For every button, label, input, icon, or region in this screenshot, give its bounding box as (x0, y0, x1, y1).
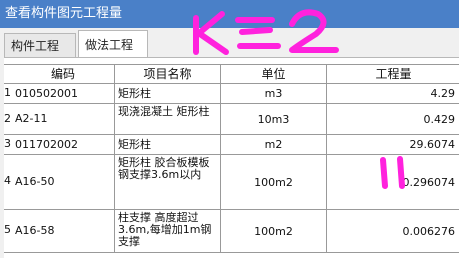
row-index: 2 (4, 112, 11, 125)
tab-component-quantity[interactable]: 构件工程量 (4, 33, 76, 77)
tab-bar: 构件工程量 做法工程量 (0, 30, 459, 80)
table-row[interactable]: 3 011702002 矩形柱 m2 29.6074 (4, 135, 459, 155)
row-unit: 100m2 (221, 210, 327, 252)
quantity-grid: 编码 项目名称 单位 工程量 1 010502001 矩形柱 m3 4.29 2… (4, 57, 459, 258)
row-code: A16-50 (12, 155, 115, 209)
row-item-name: 矩形柱 (115, 135, 221, 154)
row-quantity: 0.429 (327, 104, 459, 134)
row-item-name: 柱支撑 高度超过3.6m,每增加1m钢支撑 (115, 210, 221, 252)
row-index: 4 (4, 174, 11, 187)
header-index (4, 65, 12, 83)
window-title: 查看构件图元工程量 (0, 0, 459, 28)
row-quantity: 4.29 (327, 84, 459, 103)
row-code: A2-11 (12, 104, 115, 134)
table-row[interactable]: 1 010502001 矩形柱 m3 4.29 (4, 84, 459, 104)
row-index: 1 (4, 86, 11, 99)
table-row[interactable]: 4 A16-50 矩形柱 胶合板模板 钢支撑3.6m以内 100m2 0.296… (4, 155, 459, 210)
tab-method-quantity[interactable]: 做法工程量 (78, 30, 148, 80)
row-quantity: 29.6074 (327, 135, 459, 154)
header-unit[interactable]: 单位 (221, 65, 327, 83)
grid-header: 编码 项目名称 单位 工程量 (4, 64, 459, 84)
row-item-name: 矩形柱 胶合板模板 钢支撑3.6m以内 (115, 155, 221, 209)
row-unit: 10m3 (221, 104, 327, 134)
row-index: 3 (4, 137, 11, 150)
row-unit: m3 (221, 84, 327, 103)
header-code[interactable]: 编码 (12, 65, 115, 83)
row-code: A16-58 (12, 210, 115, 252)
table-row[interactable]: 5 A16-58 柱支撑 高度超过3.6m,每增加1m钢支撑 100m2 0.0… (4, 210, 459, 253)
row-index: 5 (4, 223, 11, 236)
row-item-name: 矩形柱 (115, 84, 221, 103)
row-quantity: 0.006276 (327, 210, 459, 252)
row-item-name: 现浇混凝土 矩形柱 (115, 104, 221, 134)
table-row[interactable]: 2 A2-11 现浇混凝土 矩形柱 10m3 0.429 (4, 104, 459, 135)
row-code: 010502001 (12, 84, 115, 103)
row-quantity: 0.296074 (327, 155, 459, 209)
row-unit: m2 (221, 135, 327, 154)
header-item-name[interactable]: 项目名称 (115, 65, 221, 83)
row-code: 011702002 (12, 135, 115, 154)
header-quantity[interactable]: 工程量 (327, 65, 459, 83)
row-unit: 100m2 (221, 155, 327, 209)
